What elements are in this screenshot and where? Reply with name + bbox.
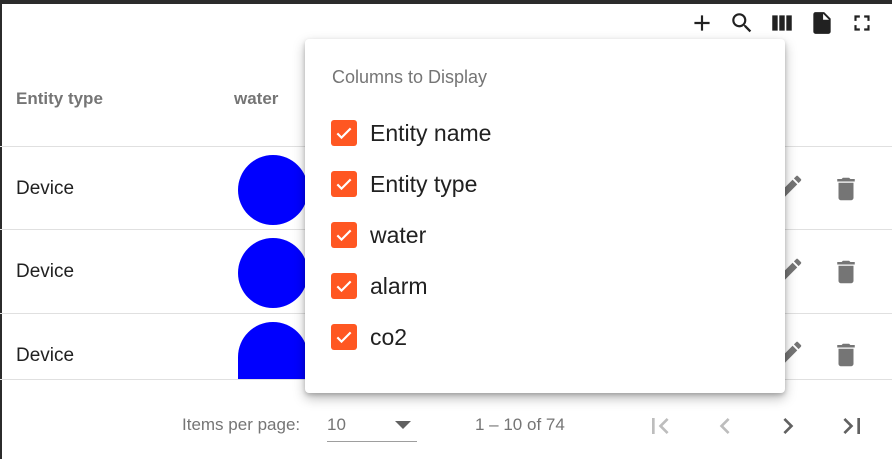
fullscreen-icon <box>854 15 870 31</box>
checkbox[interactable] <box>331 273 357 299</box>
dropdown-arrow-icon <box>395 421 411 429</box>
last-page-icon <box>843 418 860 434</box>
check-icon <box>336 331 352 344</box>
export-file-icon <box>813 12 831 34</box>
next-page-button[interactable] <box>770 408 806 444</box>
popup-title: Columns to Display <box>332 67 488 87</box>
window-top-border <box>0 0 892 4</box>
delete-button[interactable] <box>831 174 861 204</box>
first-page-icon <box>652 418 669 434</box>
column-option-co2[interactable]: co2 <box>331 322 407 352</box>
column-option-label: Entity name <box>370 119 492 146</box>
column-option-label: water <box>370 221 427 248</box>
next-page-icon <box>783 418 794 434</box>
export-button[interactable] <box>802 8 842 38</box>
column-header-water[interactable]: water <box>234 89 278 109</box>
page-range-label: 1 – 10 of 74 <box>475 415 565 434</box>
check-icon <box>336 178 352 191</box>
column-option-label: alarm <box>370 272 428 299</box>
items-per-page-label: Items per page: <box>182 415 301 434</box>
column-option-alarm[interactable]: alarm <box>331 271 428 301</box>
column-option-entity-name[interactable]: Entity name <box>331 118 491 148</box>
checkbox[interactable] <box>331 222 357 248</box>
previous-page-button[interactable] <box>707 408 743 444</box>
column-option-label: Entity type <box>370 170 478 197</box>
checkbox[interactable] <box>331 324 357 350</box>
column-header-entity-type[interactable]: Entity type <box>16 89 103 109</box>
check-icon <box>336 280 352 293</box>
fullscreen-button[interactable] <box>842 8 882 38</box>
search-button[interactable] <box>722 8 762 38</box>
checkbox[interactable] <box>331 120 357 146</box>
check-icon <box>336 127 352 140</box>
columns-to-display-popup: Columns to Display Entity name Entity ty… <box>305 39 785 393</box>
columns-button[interactable] <box>762 8 802 38</box>
delete-icon <box>837 177 855 201</box>
column-option-entity-type[interactable]: Entity type <box>331 169 477 199</box>
items-per-page-select[interactable]: 10 <box>327 408 417 442</box>
add-button[interactable] <box>682 8 722 38</box>
column-option-water[interactable]: water <box>331 220 426 250</box>
entity-type-cell: Device <box>16 178 75 199</box>
check-icon <box>336 229 352 242</box>
delete-button[interactable] <box>831 340 861 370</box>
add-icon <box>694 15 710 31</box>
water-status-dot <box>238 155 308 225</box>
first-page-button[interactable] <box>642 408 678 444</box>
water-status-dot <box>238 322 308 379</box>
columns-icon <box>772 15 792 31</box>
column-option-label: co2 <box>370 323 408 350</box>
delete-icon <box>837 260 855 284</box>
entity-type-cell: Device <box>16 261 75 282</box>
search-icon <box>732 13 752 33</box>
entity-type-cell: Device <box>16 345 75 366</box>
delete-button[interactable] <box>831 257 861 287</box>
water-status-dot <box>238 238 308 308</box>
items-per-page-value: 10 <box>327 415 346 434</box>
table-toolbar <box>682 8 882 38</box>
previous-page-icon <box>719 418 730 434</box>
checkbox[interactable] <box>331 171 357 197</box>
last-page-button[interactable] <box>834 408 870 444</box>
delete-icon <box>837 343 855 367</box>
